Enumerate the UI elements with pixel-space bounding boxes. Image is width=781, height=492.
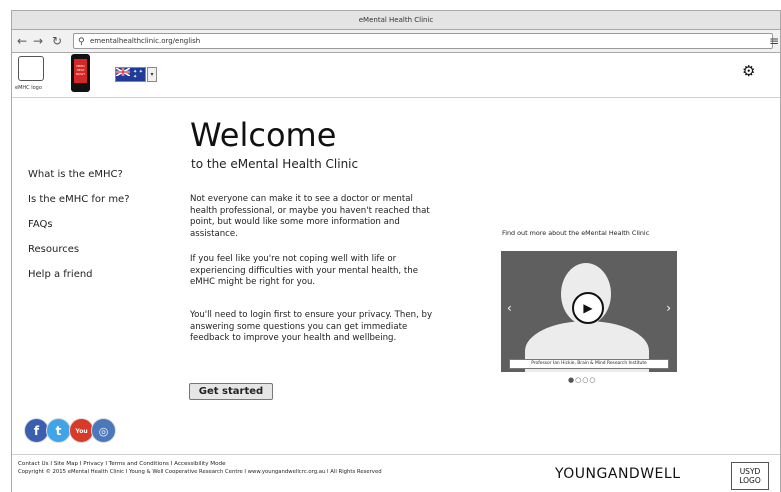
intro-paragraph-3: You'll need to login first to ensure you… (190, 310, 433, 344)
emhc-logo[interactable] (18, 56, 44, 81)
sidebar-item-is-emhc-for-me[interactable]: Is the eMHC for me? (28, 193, 130, 218)
url-text: ementalhealthclinic.org/english (90, 37, 201, 45)
sidebar-item-what-is-emhc[interactable]: What is the eMHC? (28, 168, 130, 193)
site-footer: Contact Us I Site Map I Privacy I Terms … (12, 454, 780, 492)
youngandwell-logo[interactable]: YOUNGANDWELL (555, 466, 681, 482)
window-title: eMental Health Clinic (358, 16, 434, 24)
back-icon[interactable]: ← (17, 32, 27, 50)
search-icon: ⚲ (78, 37, 85, 47)
address-bar[interactable]: ⚲ ementalhealthclinic.org/english (73, 33, 773, 49)
carousel-dots[interactable]: ●○○○ (568, 376, 596, 384)
video-carousel[interactable]: ▶ ‹ › Professor Ian Hickie, Brain & Mind… (501, 251, 677, 372)
gear-icon[interactable]: ⚙ (742, 64, 755, 79)
instagram-icon[interactable]: ◎ (91, 418, 116, 443)
flag-stars: ✦ ✦ ✦ (133, 69, 143, 80)
browser-toolbar: ← → ↻ ⚲ ementalhealthclinic.org/english … (11, 29, 781, 53)
web-page: eMHC logo NEED HELP NOW? ✦ ✦ ✦ ▾ ⚙ What i… (11, 53, 781, 492)
sidebar-nav: What is the eMHC? Is the eMHC for me? FA… (28, 168, 130, 293)
video-caption: Professor Ian Hickie, Brain & Mind Resea… (509, 359, 669, 369)
footer-links[interactable]: Contact Us I Site Map I Privacy I Terms … (18, 461, 226, 467)
usyd-logo[interactable]: USYD LOGO (731, 462, 769, 490)
usyd-logo-text: USYD LOGO (739, 467, 761, 485)
hamburger-menu-icon[interactable]: ≡ (769, 34, 779, 48)
phone-screen: NEED HELP NOW? (74, 59, 87, 83)
need-help-now-phone[interactable]: NEED HELP NOW? (71, 54, 90, 92)
intro-paragraph-1: Not everyone can make it to see a doctor… (190, 194, 430, 239)
language-dropdown-chevron-icon[interactable]: ▾ (147, 67, 157, 82)
union-jack-canton (116, 68, 130, 76)
play-icon[interactable]: ▶ (572, 292, 604, 324)
australia-flag-icon[interactable]: ✦ ✦ ✦ (115, 67, 146, 82)
sidebar-item-resources[interactable]: Resources (28, 243, 130, 268)
forward-icon[interactable]: → (33, 32, 43, 50)
sidebar-item-help-a-friend[interactable]: Help a friend (28, 268, 130, 293)
carousel-next-icon[interactable]: › (666, 301, 671, 315)
twitter-icon[interactable]: t (46, 418, 71, 443)
carousel-prev-icon[interactable]: ‹ (507, 301, 512, 315)
footer-copyright: Copyright © 2015 eMental Health Clinic I… (18, 469, 382, 475)
window-title-bar: eMental Health Clinic (11, 10, 781, 29)
page-subtitle: to the eMental Health Clinic (191, 157, 359, 171)
sidebar-item-faqs[interactable]: FAQs (28, 218, 130, 243)
social-links: f t You ◎ (24, 418, 124, 444)
site-header: eMHC logo NEED HELP NOW? ✦ ✦ ✦ ▾ ⚙ (12, 53, 780, 98)
get-started-button[interactable]: Get started (189, 383, 273, 400)
logo-caption: eMHC logo (15, 85, 42, 91)
video-label: Find out more about the eMental Health C… (502, 229, 650, 237)
intro-paragraph-2: If you feel like you're not coping well … (190, 254, 418, 288)
reload-icon[interactable]: ↻ (52, 32, 62, 50)
page-title: Welcome (190, 116, 337, 154)
